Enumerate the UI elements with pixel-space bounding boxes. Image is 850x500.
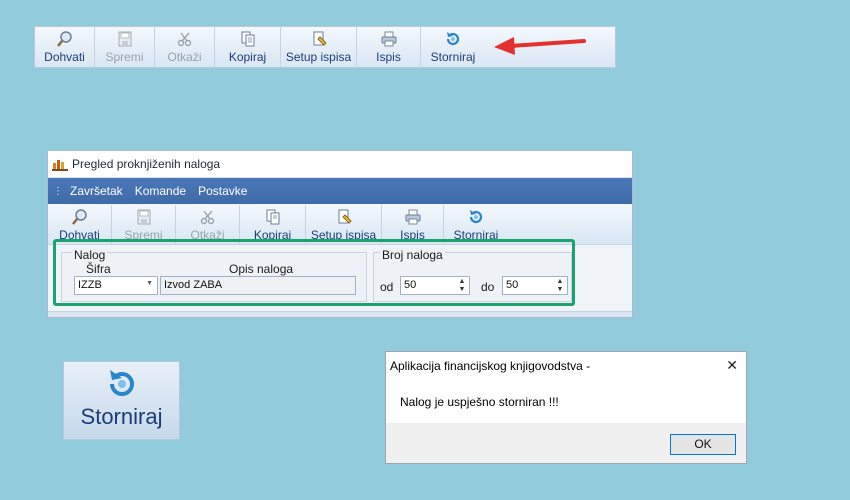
menu-postavke[interactable]: Postavke xyxy=(198,184,247,198)
kopiraj-label: Kopiraj xyxy=(228,50,267,64)
dialog-title: Aplikacija financijskog knjigovodstva - xyxy=(390,359,591,373)
dohvati-button[interactable]: Dohvati xyxy=(35,27,95,67)
message-dialog: Aplikacija financijskog knjigovodstva - … xyxy=(385,351,747,464)
otkazi-label: Otkaži xyxy=(167,50,202,64)
ok-button[interactable]: OK xyxy=(670,434,736,455)
storniraj-button[interactable]: Storniraj xyxy=(421,27,485,67)
kopiraj-button[interactable]: Kopiraj xyxy=(215,27,281,67)
printer-icon xyxy=(405,209,420,225)
green-highlight-annotation xyxy=(53,239,575,306)
close-icon[interactable]: ✕ xyxy=(726,357,738,374)
spremi-button[interactable]: Spremi xyxy=(95,27,155,67)
save-icon xyxy=(137,209,150,225)
window-title: Pregled proknjiženih naloga xyxy=(72,157,221,171)
ok-label: OK xyxy=(694,437,712,451)
setup-ispisa-label: Setup ispisa xyxy=(285,50,352,64)
storniraj-zoom-button[interactable]: Storniraj xyxy=(63,361,180,440)
undo-circle-icon xyxy=(446,32,460,46)
otkazi-button[interactable]: Otkaži xyxy=(155,27,215,67)
print-setup-icon xyxy=(338,209,352,224)
magnifier-icon xyxy=(71,209,87,225)
undo-circle-icon xyxy=(469,210,483,224)
undo-circle-icon xyxy=(110,370,134,396)
setup-ispisa-button[interactable]: Setup ispisa xyxy=(281,27,357,67)
storniraj-zoom-label: Storniraj xyxy=(80,404,163,429)
magnifier-icon xyxy=(56,31,72,47)
copy-icon xyxy=(241,31,254,47)
dialog-message: Nalog je uspješno storniran !!! xyxy=(400,395,559,409)
ispis-label: Ispis xyxy=(376,50,401,64)
menubar-grip: ⋮ xyxy=(53,185,63,197)
menubar: ⋮ Završetak Komande Postavke xyxy=(48,178,632,204)
menu-zavrsetak[interactable]: Završetak xyxy=(70,184,123,198)
app-icon xyxy=(52,160,68,171)
red-arrow-annotation xyxy=(494,37,586,55)
dohvati-label: Dohvati xyxy=(44,50,85,64)
window-status-strip xyxy=(48,311,632,317)
printer-icon xyxy=(381,31,396,47)
print-setup-icon xyxy=(313,31,327,46)
copy-icon xyxy=(266,209,279,225)
menu-komande[interactable]: Komande xyxy=(135,184,186,198)
spremi-label: Spremi xyxy=(105,50,144,64)
storniraj-label: Storniraj xyxy=(430,50,476,64)
ispis-button[interactable]: Ispis xyxy=(357,27,421,67)
save-icon xyxy=(118,31,131,47)
scissors-icon xyxy=(177,32,191,47)
window-titlebar: Pregled proknjiženih naloga xyxy=(48,151,632,178)
scissors-icon xyxy=(200,210,214,225)
